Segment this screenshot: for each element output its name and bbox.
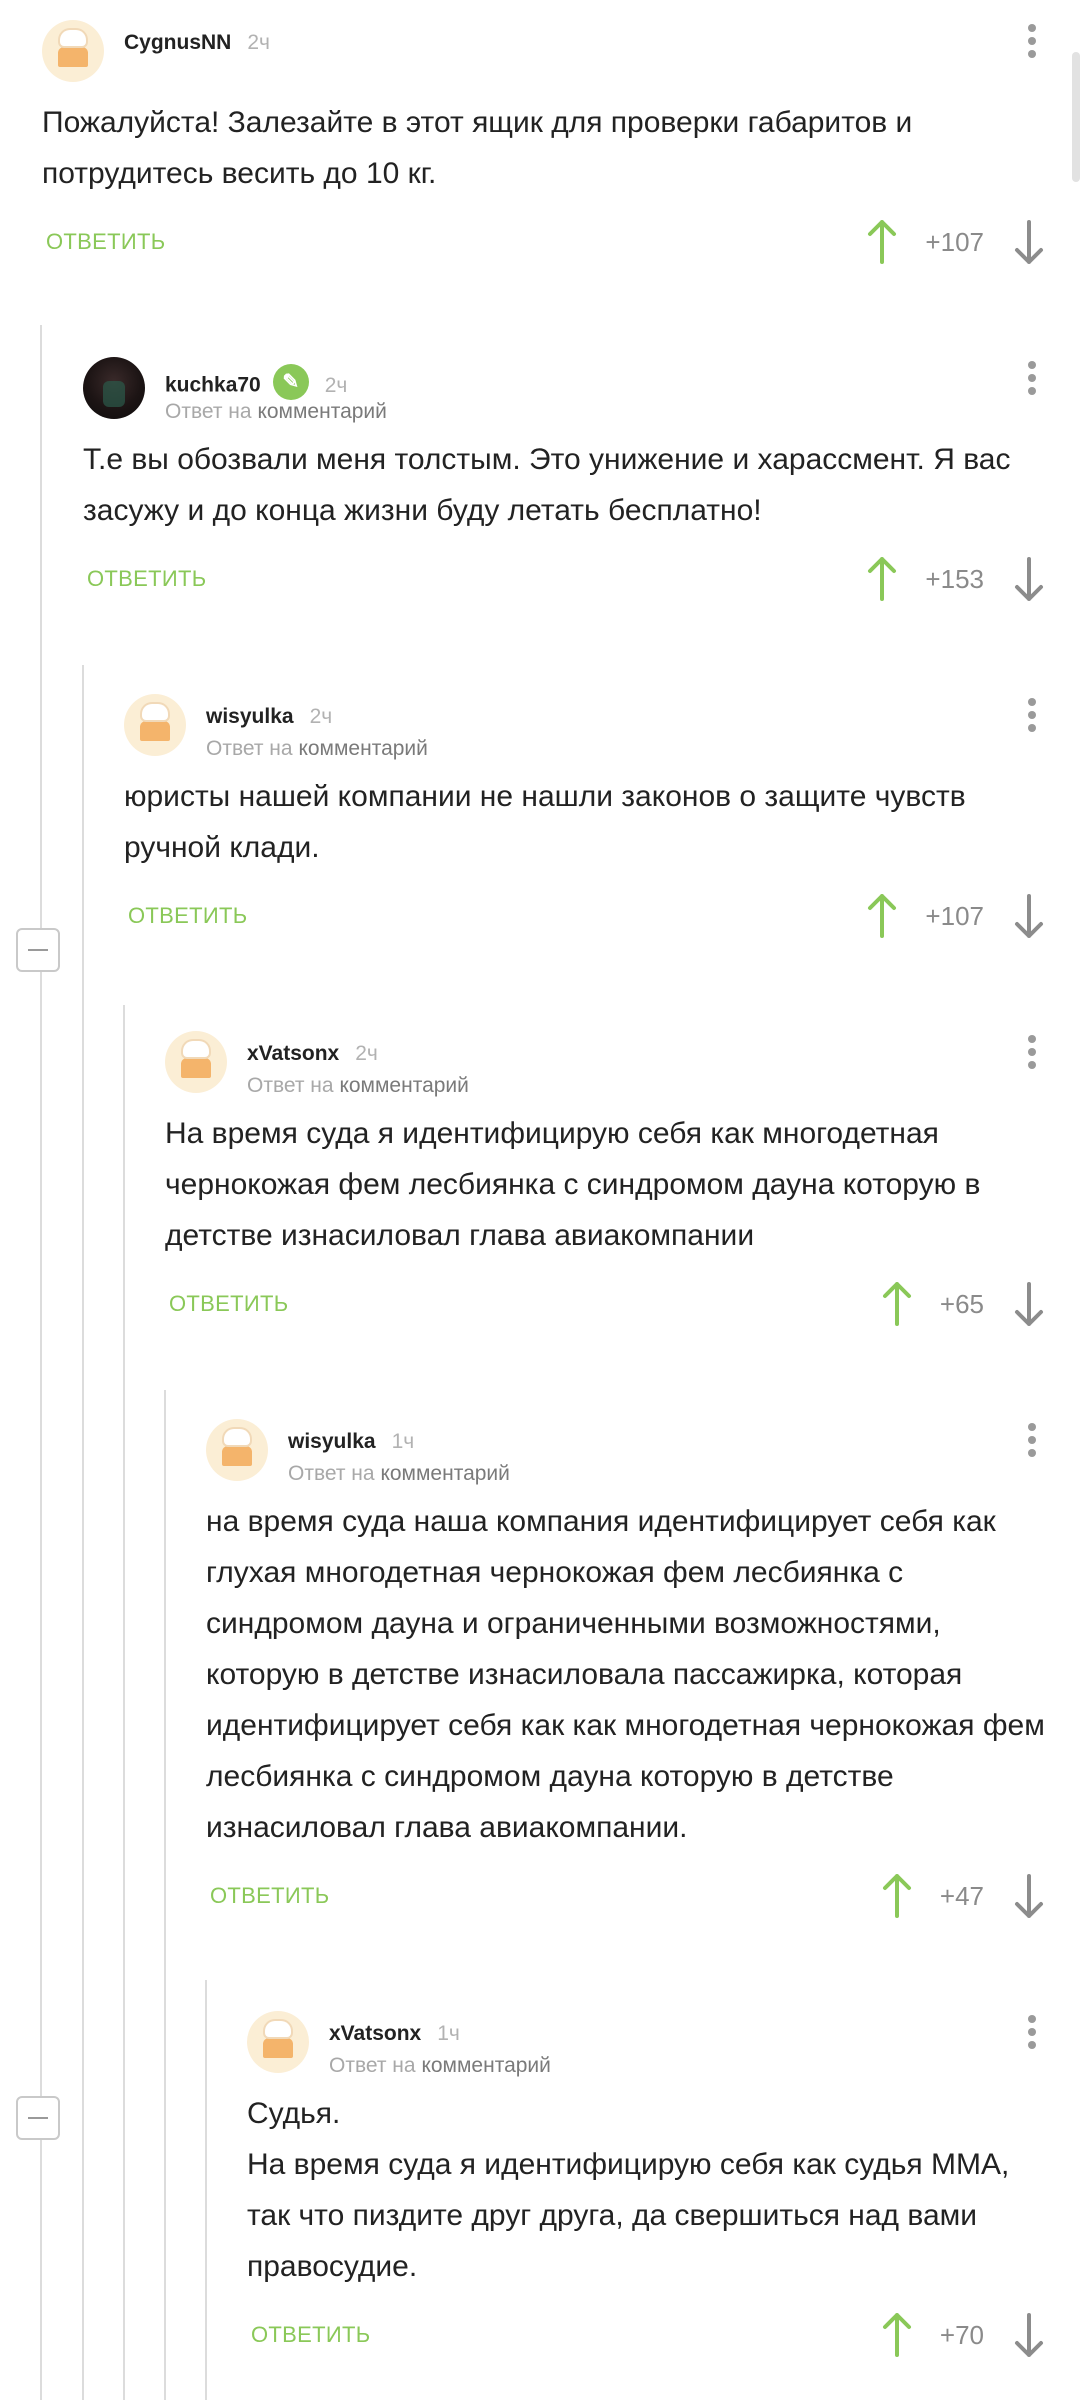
comment-time: 2ч xyxy=(355,1042,378,1065)
comment-footer: ОТВЕТИТЬ +107 xyxy=(124,891,1080,951)
arrow-down-icon[interactable] xyxy=(1014,2313,1044,2357)
arrow-up-icon[interactable] xyxy=(867,220,897,264)
reply-to-link[interactable]: комментарий xyxy=(421,2054,550,2077)
rating-value: +107 xyxy=(925,226,984,257)
comment-footer: ОТВЕТИТЬ +47 xyxy=(206,1871,1080,1931)
comment: xVatsonx 2ч Ответ на комментарий На время… xyxy=(0,1031,1080,1339)
reply-to-link[interactable]: комментарий xyxy=(257,400,386,423)
comment-header: wisyulka 2ч Ответ на комментарий xyxy=(124,694,1080,764)
avatar[interactable] xyxy=(206,1419,268,1481)
reply-to: Ответ на комментарий xyxy=(288,1462,510,1485)
vote-controls: +65 xyxy=(882,1279,1044,1329)
username[interactable]: wisyulka xyxy=(206,705,294,728)
reply-to-link[interactable]: комментарий xyxy=(380,1462,509,1485)
vote-controls: +153 xyxy=(867,554,1044,604)
arrow-up-icon[interactable] xyxy=(882,2313,912,2357)
avatar[interactable] xyxy=(165,1031,227,1093)
comment-time: 1ч xyxy=(437,2022,460,2045)
reply-button[interactable]: ОТВЕТИТЬ xyxy=(251,2322,370,2348)
comment: wisyulka 1ч Ответ на комментарий на время… xyxy=(0,1419,1080,1931)
reply-to: Ответ на комментарий xyxy=(206,737,428,760)
comment-text: Судья. На время суда я идентифицирую себ… xyxy=(247,2097,1010,2283)
comment: kuchka70 ✎ 2ч Ответ на комментарий Т.е вы … xyxy=(0,357,1080,614)
arrow-down-icon[interactable] xyxy=(1014,220,1044,264)
arrow-down-icon[interactable] xyxy=(1014,557,1044,601)
comment-header: CygnusNN 2ч xyxy=(42,20,1080,90)
comment-text: на время суда наша компания идентифициру… xyxy=(206,1505,1045,1844)
comment-footer: ОТВЕТИТЬ +70 xyxy=(247,2310,1080,2370)
rating-value: +153 xyxy=(925,563,984,594)
comment-time: 2ч xyxy=(324,373,348,397)
reply-button[interactable]: ОТВЕТИТЬ xyxy=(87,566,206,592)
reply-button[interactable]: ОТВЕТИТЬ xyxy=(128,903,247,929)
rating-value: +65 xyxy=(939,1288,984,1319)
comment-footer: ОТВЕТИТЬ +153 xyxy=(83,554,1080,614)
comment-text: Т.е вы обозвали меня толстым. Это унижен… xyxy=(83,443,1011,527)
avatar[interactable] xyxy=(247,2011,309,2073)
comment-header: wisyulka 1ч Ответ на комментарий xyxy=(206,1419,1080,1489)
arrow-down-icon[interactable] xyxy=(1014,1874,1044,1918)
reply-to: Ответ на комментарий xyxy=(329,2054,551,2077)
more-vertical-icon[interactable] xyxy=(1028,2015,1036,2054)
arrow-down-icon[interactable] xyxy=(1014,894,1044,938)
comment-header: xVatsonx 1ч Ответ на комментарий xyxy=(247,2011,1080,2081)
reply-to: Ответ на комментарий xyxy=(165,400,387,423)
more-vertical-icon[interactable] xyxy=(1028,698,1036,737)
rating-value: +47 xyxy=(939,1880,984,1911)
username[interactable]: kuchka70 xyxy=(165,374,261,397)
vote-controls: +70 xyxy=(882,2310,1044,2360)
more-vertical-icon[interactable] xyxy=(1028,24,1036,63)
vote-controls: +107 xyxy=(867,217,1044,267)
comment-header: xVatsonx 2ч Ответ на комментарий xyxy=(165,1031,1080,1101)
comment: wisyulka 2ч Ответ на комментарий юристы н… xyxy=(0,694,1080,951)
rating-value: +107 xyxy=(925,900,984,931)
arrow-up-icon[interactable] xyxy=(882,1874,912,1918)
username[interactable]: wisyulka xyxy=(288,1430,376,1453)
comment-time: 1ч xyxy=(391,1430,415,1453)
avatar[interactable] xyxy=(83,357,145,419)
more-vertical-icon[interactable] xyxy=(1028,1035,1036,1074)
arrow-up-icon[interactable] xyxy=(867,894,897,938)
comment-time: 2ч xyxy=(309,705,333,728)
comment-text: Пожалуйста! Залезайте в этот ящик для пр… xyxy=(42,106,913,190)
username[interactable]: xVatsonx xyxy=(247,1042,339,1065)
reply-button[interactable]: ОТВЕТИТЬ xyxy=(169,1291,288,1317)
comment: CygnusNN 2ч Пожалуйста! Залезайте в этот … xyxy=(0,20,1080,277)
reply-button[interactable]: ОТВЕТИТЬ xyxy=(210,1883,329,1909)
arrow-up-icon[interactable] xyxy=(867,557,897,601)
comment-footer: ОТВЕТИТЬ +65 xyxy=(165,1279,1080,1339)
reply-to: Ответ на комментарий xyxy=(247,1074,469,1097)
comment-text: юристы нашей компании не нашли законов о… xyxy=(124,780,966,864)
comment: xVatsonx 1ч Ответ на комментарий Судья. Н… xyxy=(0,2011,1080,2370)
comment-header: kuchka70 ✎ 2ч Ответ на комментарий xyxy=(83,357,1080,427)
reply-button[interactable]: ОТВЕТИТЬ xyxy=(46,229,165,255)
vote-controls: +107 xyxy=(867,891,1044,941)
username[interactable]: xVatsonx xyxy=(329,2022,421,2045)
avatar[interactable] xyxy=(124,694,186,756)
more-vertical-icon[interactable] xyxy=(1028,361,1036,400)
arrow-up-icon[interactable] xyxy=(882,1282,912,1326)
comment-time: 2ч xyxy=(247,31,270,54)
pencil-icon: ✎ xyxy=(272,364,309,400)
reply-to-link[interactable]: комментарий xyxy=(339,1074,468,1097)
username[interactable]: CygnusNN xyxy=(124,31,231,54)
more-vertical-icon[interactable] xyxy=(1028,1423,1036,1462)
avatar[interactable] xyxy=(42,20,104,82)
rating-value: +70 xyxy=(939,2319,984,2350)
comment-footer: ОТВЕТИТЬ +107 xyxy=(42,217,1080,277)
reply-to-link[interactable]: комментарий xyxy=(298,737,427,760)
arrow-down-icon[interactable] xyxy=(1014,1282,1044,1326)
vote-controls: +47 xyxy=(882,1871,1044,1921)
comment-text: На время суда я идентифицирую себя как м… xyxy=(165,1117,981,1252)
